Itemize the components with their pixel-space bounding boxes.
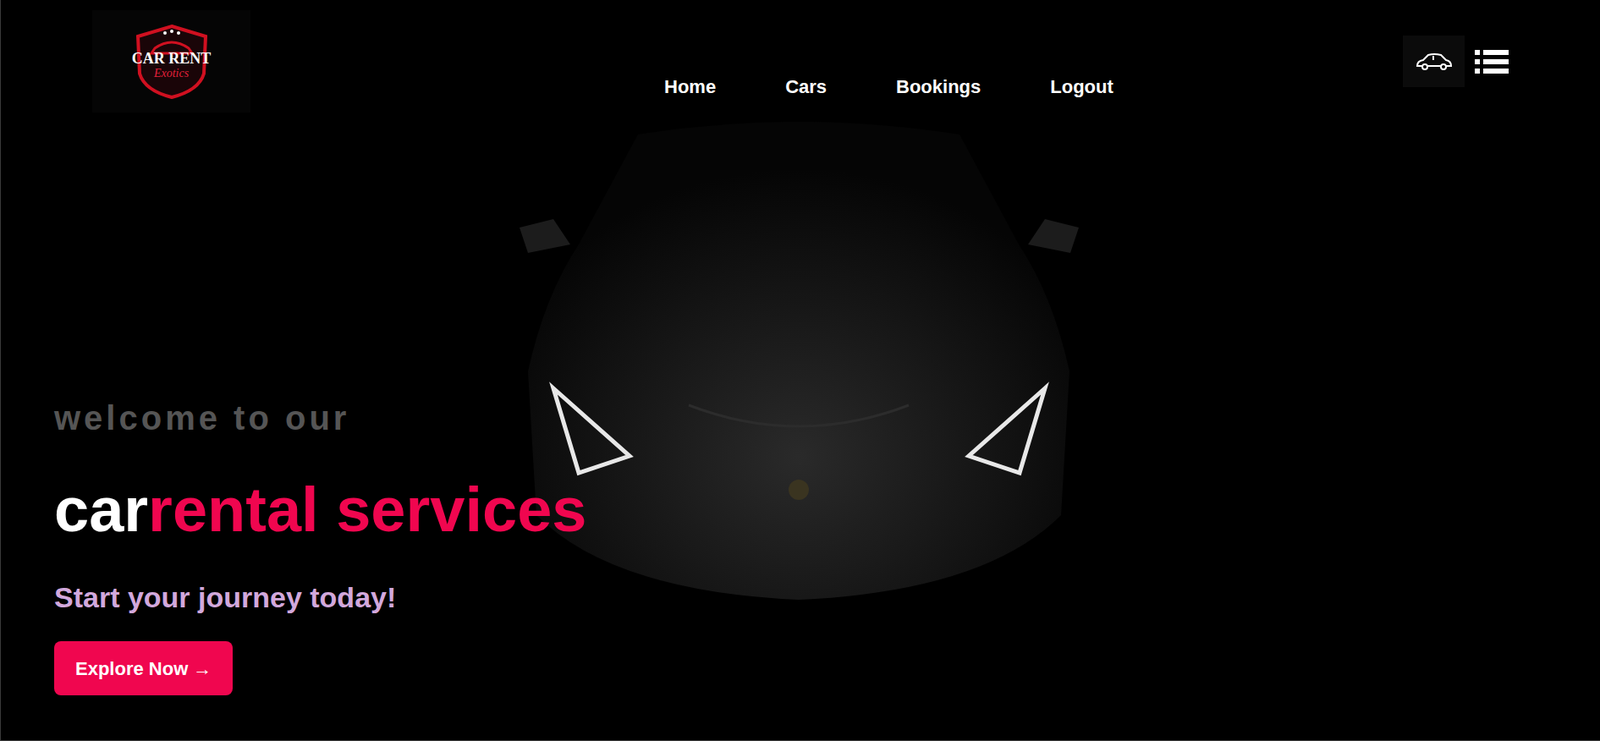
main-nav: Home Cars Bookings Logout <box>664 77 1114 97</box>
car-image <box>511 117 1088 613</box>
nav-link[interactable]: Cars <box>785 77 827 97</box>
nav-link[interactable]: Bookings <box>896 77 981 97</box>
explore-button[interactable]: Explore Now → <box>54 641 233 696</box>
menu-list-icon[interactable] <box>1474 48 1509 76</box>
hero: welcome to our carrental services Start … <box>0 112 1600 741</box>
nav-link[interactable]: Logout <box>1050 77 1114 97</box>
title-white: car <box>54 474 149 545</box>
title-accent: rental services <box>148 474 587 545</box>
page: CAR RENT Exotics Home Cars Bookings Logout <box>0 0 1600 741</box>
logo[interactable]: CAR RENT Exotics <box>92 10 251 113</box>
welcome-text: welcome to our <box>54 401 1600 435</box>
logo-title: CAR RENT <box>131 50 212 66</box>
nav-link[interactable]: Home <box>664 77 716 97</box>
tagline: Start your journey today! <box>54 582 1600 612</box>
hero-title: carrental services <box>54 478 1600 542</box>
car-icon[interactable] <box>1402 35 1465 88</box>
logo-subtitle: Exotics <box>153 67 189 80</box>
header: CAR RENT Exotics Home Cars Bookings Logout <box>0 0 1600 113</box>
